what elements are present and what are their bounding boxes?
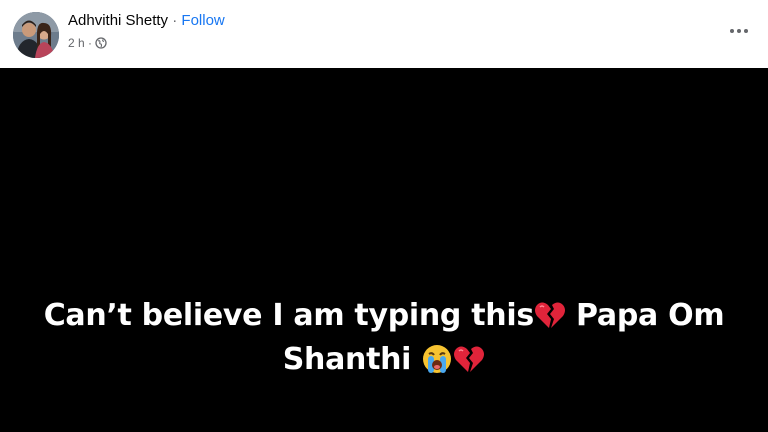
more-options-button[interactable] <box>724 20 754 42</box>
post-header: Adhvithi Shetty · Follow 2 h · <box>0 0 768 68</box>
broken-heart-icon <box>453 343 485 373</box>
broken-heart-icon <box>534 299 566 329</box>
globe-icon <box>95 37 107 49</box>
facebook-post: Adhvithi Shetty · Follow 2 h · Can’t bel… <box>0 0 768 432</box>
post-timestamp[interactable]: 2 h · <box>68 36 92 50</box>
crying-face-icon <box>421 343 453 373</box>
post-meta: 2 h · <box>68 36 107 50</box>
author-avatar[interactable] <box>13 12 59 58</box>
name-separator: · <box>168 12 182 29</box>
post-body: Can’t believe I am typing this Papa Om Sh… <box>0 68 768 432</box>
post-text-line2: Shanthi <box>282 342 422 377</box>
avatar-photo <box>13 12 59 58</box>
post-text: Can’t believe I am typing this Papa Om Sh… <box>0 294 768 382</box>
follow-link[interactable]: Follow <box>181 12 224 29</box>
post-text-line1-part1: Can’t believe I am typing this <box>43 298 535 333</box>
author-line: Adhvithi Shetty · Follow <box>68 12 225 29</box>
author-name[interactable]: Adhvithi Shetty <box>68 12 168 29</box>
post-text-line1-part2: Papa Om <box>565 298 725 333</box>
more-options-icon <box>730 29 748 33</box>
